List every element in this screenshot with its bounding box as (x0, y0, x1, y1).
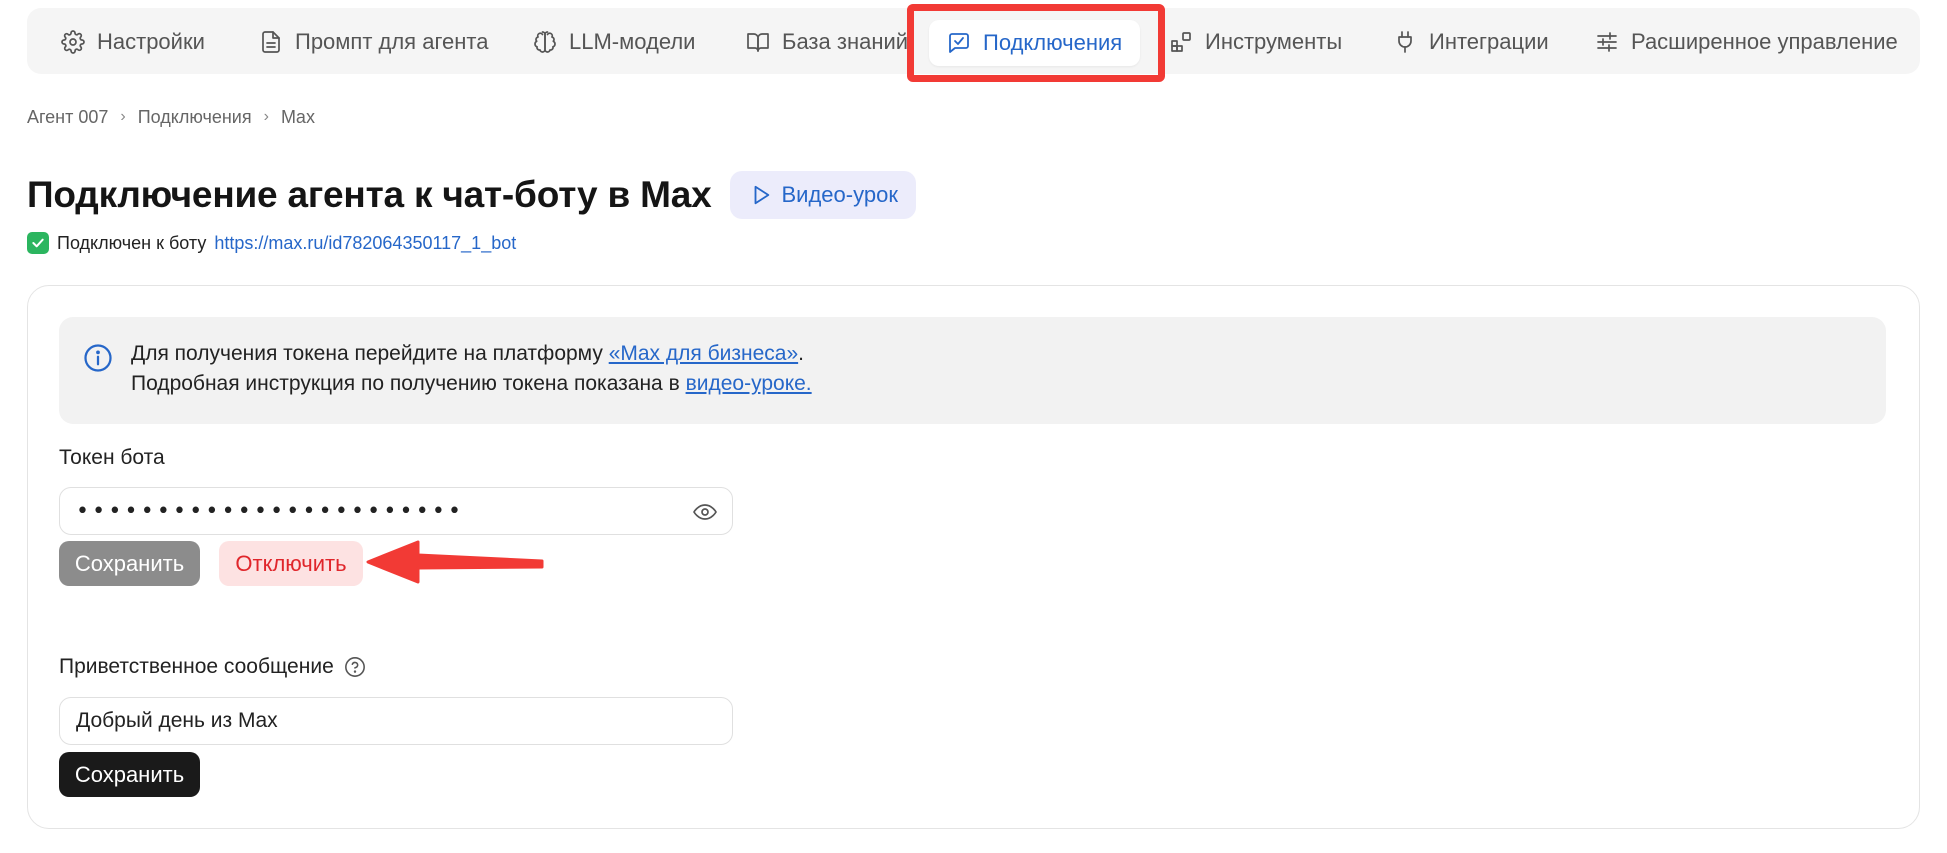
video-lesson-label: Видео-урок (781, 182, 898, 207)
tabs-bar: Настройки Промпт для агента LLM-модели Б… (27, 8, 1920, 74)
page-title: Подключение агента к чат-боту в Max (27, 174, 712, 215)
tab-llm-models[interactable]: LLM-модели (533, 22, 695, 62)
connection-status: Подключен к боту https://max.ru/id782064… (27, 230, 516, 256)
document-icon (262, 31, 280, 53)
token-label-text: Токен бота (59, 446, 165, 469)
info-line2-prefix: Подробная инструкция по получению токена… (131, 372, 680, 395)
tab-label: Подключения (983, 30, 1123, 55)
tab-label: Расширенное управление (1631, 29, 1898, 54)
info-notice: Для получения токена перейдите на платфо… (59, 317, 1886, 424)
plug-icon (1398, 31, 1412, 53)
greeting-label: Приветственное сообщение (59, 655, 366, 679)
tab-label: База знаний (782, 29, 909, 54)
token-input[interactable]: •••••••••••••••••••••••• (59, 487, 733, 535)
info-text: Для получения токена перейдите на платфо… (131, 339, 812, 399)
breadcrumb-agent[interactable]: Агент 007 (27, 107, 108, 128)
breadcrumb: Агент 007 › Подключения › Max (27, 104, 315, 130)
tab-integrations[interactable]: Интеграции (1393, 22, 1549, 62)
info-line1-suffix: . (798, 342, 804, 365)
play-icon (754, 185, 769, 205)
info-line-1: Для получения токена перейдите на платфо… (131, 339, 812, 369)
bot-link[interactable]: https://max.ru/id782064350117_1_bot (214, 233, 516, 254)
info-line1-prefix: Для получения токена перейдите на платфо… (131, 342, 603, 365)
chevron-right-icon: › (263, 108, 269, 125)
token-label: Токен бота (59, 446, 165, 470)
eye-icon[interactable] (692, 500, 718, 524)
max-business-link[interactable]: «Max для бизнеса» (609, 342, 798, 365)
tab-label: Промпт для агента (295, 29, 489, 54)
sliders-icon (1597, 32, 1617, 52)
disconnect-button[interactable]: Отключить (219, 541, 363, 586)
greeting-value: Добрый день из Max (76, 709, 278, 732)
info-line-2: Подробная инструкция по получению токена… (131, 369, 812, 399)
tab-label: LLM-модели (569, 29, 696, 54)
video-lesson-button[interactable]: Видео-урок (729, 171, 916, 219)
greeting-label-text: Приветственное сообщение (59, 655, 334, 678)
blocks-icon (1171, 32, 1191, 52)
tab-label: Инструменты (1205, 29, 1343, 54)
tab-label: Интеграции (1429, 29, 1549, 54)
chat-check-icon (949, 33, 969, 53)
gear-icon (61, 30, 85, 54)
tab-connections[interactable]: Подключения (929, 20, 1141, 66)
save-greeting-button[interactable]: Сохранить (59, 752, 200, 797)
tab-agent-prompt[interactable]: Промпт для агента (259, 22, 488, 62)
tab-tools[interactable]: Инструменты (1169, 22, 1342, 62)
tab-advanced-settings[interactable]: Расширенное управление (1595, 22, 1898, 62)
brain-icon (534, 31, 556, 53)
status-text: Подключен к боту (57, 232, 207, 253)
save-token-button[interactable]: Сохранить (59, 541, 200, 586)
tab-knowledge-base[interactable]: База знаний (746, 22, 908, 62)
info-icon (84, 344, 112, 372)
book-icon (747, 33, 769, 52)
chevron-right-icon: › (120, 108, 126, 125)
breadcrumb-current: Max (280, 106, 315, 127)
breadcrumb-connections[interactable]: Подключения (138, 107, 252, 128)
help-icon[interactable] (344, 656, 366, 678)
connection-card: Для получения токена перейдите на платфо… (27, 285, 1920, 829)
tab-label: Настройки (97, 29, 205, 54)
title-row: Подключение агента к чат-боту в Max Виде… (27, 170, 916, 220)
greeting-input[interactable]: Добрый день из Max (59, 697, 733, 745)
token-value: •••••••••••••••••••••••• (76, 498, 465, 524)
checkbox-checked-icon (27, 232, 49, 254)
video-lesson-link[interactable]: видео-уроке. (686, 372, 812, 395)
tab-settings[interactable]: Настройки (61, 22, 205, 62)
